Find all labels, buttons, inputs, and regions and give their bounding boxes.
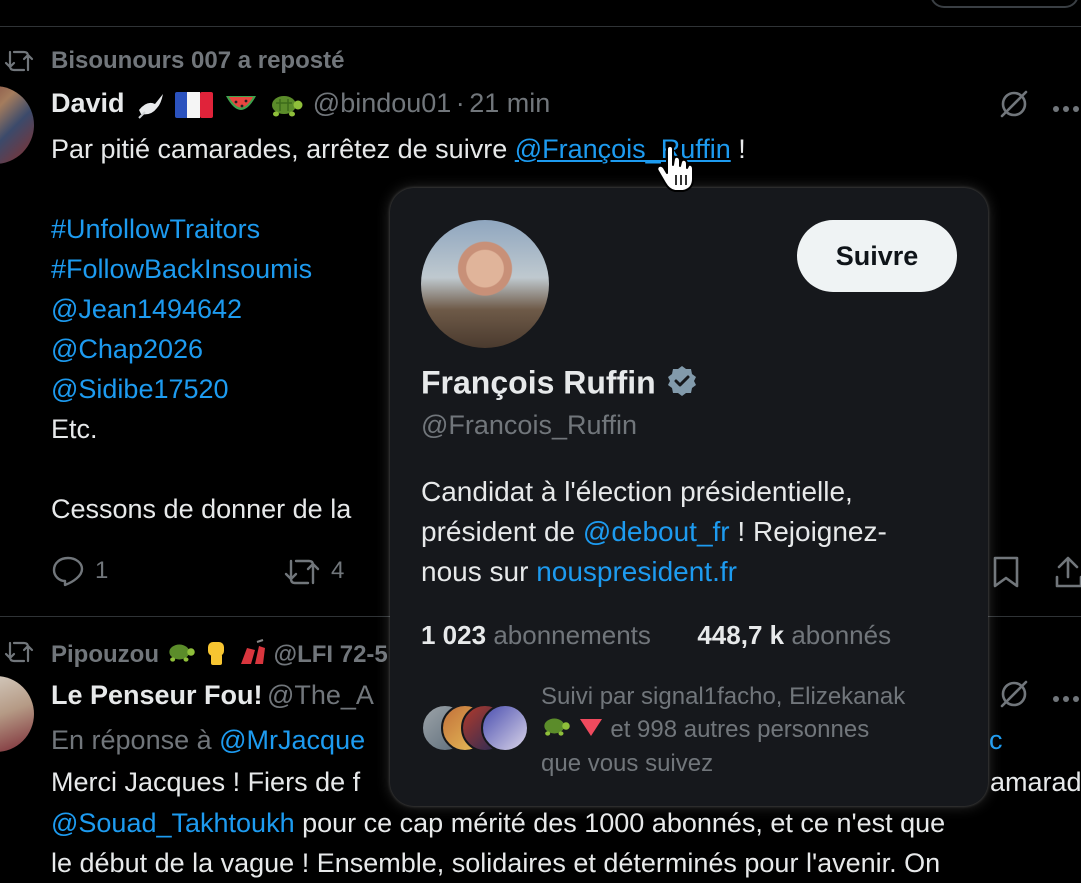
repost-count: 4 <box>331 557 345 584</box>
followed-by-line3: que vous suivez <box>541 750 714 778</box>
post1-text-line1: Par pitié camarades, arrêtez de suivre @… <box>51 129 746 169</box>
follow-button[interactable]: Suivre <box>797 220 957 292</box>
author-name-2[interactable]: Le Penseur Fou! <box>51 680 263 710</box>
repost-icon <box>284 559 320 585</box>
raised-fist-emoji <box>202 638 230 673</box>
author-handle-2[interactable]: @The_A <box>267 680 374 710</box>
turtle-emoji <box>541 714 571 747</box>
following-stat[interactable]: 1 023 abonnements <box>421 620 651 650</box>
post2-line2: @Souad_Takhtoukh pour ce cap mérité des … <box>51 803 945 843</box>
time-separator: · <box>455 88 465 118</box>
bio-line-1: Candidat à l'élection présidentielle, <box>421 476 853 507</box>
post1-header: David @bindou01 · 21 min <box>51 88 550 125</box>
top-button-edge[interactable] <box>930 0 1079 8</box>
post2-line2-rest: pour ce cap mérité des 1000 abonnés, et … <box>302 808 946 838</box>
reposter-name: Pipouzou <box>51 640 159 668</box>
text-prefix: Par pitié camarades, arrêtez de suivre <box>51 134 508 164</box>
avatar-penseur[interactable] <box>0 676 34 752</box>
mention-jean[interactable]: @Jean1494642 <box>51 289 242 329</box>
hand-cursor-icon <box>655 145 695 198</box>
followers-count: 448,7 k <box>697 620 785 650</box>
post2-line1-end: amarade <box>990 767 1081 797</box>
author-handle[interactable]: @bindou01 <box>313 88 452 118</box>
reply-context: En réponse à @MrJacque <box>51 720 365 760</box>
post1-truncated-line: Cessons de donner de la <box>51 494 352 524</box>
share-icon[interactable] <box>1054 555 1081 594</box>
bio-line2-suffix: ! Rejoignez- <box>737 516 887 547</box>
followers-stat[interactable]: 448,7 k abonnés <box>697 620 891 650</box>
profile-handle[interactable]: @Francois_Ruffin <box>421 410 637 441</box>
bio-line-2: président de @debout_fr ! Rejoignez- <box>421 512 887 552</box>
reply-icon <box>52 556 84 587</box>
reply-button[interactable]: 1 <box>51 555 108 587</box>
dove-emoji <box>135 90 167 125</box>
post2-header: Le Penseur Fou! @The_A <box>51 680 374 711</box>
mention-sidibe[interactable]: @Sidibe17520 <box>51 369 229 409</box>
reply-context-tail[interactable]: c <box>989 720 1003 760</box>
red-triangle-emoji <box>578 714 604 747</box>
avatar-david[interactable] <box>0 86 34 164</box>
more-icon-2[interactable] <box>1052 690 1081 708</box>
turtle-emoji <box>166 640 196 671</box>
reposted-by-label[interactable]: Bisounours 007 a reposté <box>51 47 344 75</box>
france-flag-emoji <box>175 92 214 123</box>
mention-debout-fr[interactable]: @debout_fr <box>583 516 730 547</box>
follower-avatar-4 <box>481 704 529 752</box>
text-suffix: ! <box>738 134 746 164</box>
following-label: abonnements <box>493 620 651 650</box>
reposted-by-2[interactable]: Pipouzou @LFI 72-5 <box>51 638 388 673</box>
hashtag-followback[interactable]: #FollowBackInsoumis <box>51 249 312 289</box>
profile-name-row: François Ruffin <box>421 364 699 406</box>
mention-souad[interactable]: @Souad_Takhtoukh <box>51 808 295 838</box>
bio-line-3: nous sur nouspresident.fr <box>421 552 887 592</box>
bio-website-link[interactable]: nouspresident.fr <box>536 556 737 587</box>
more-icon[interactable] <box>1052 100 1081 118</box>
reply-count: 1 <box>95 557 109 584</box>
nail-polish-emoji <box>237 638 267 673</box>
profile-stats: 1 023 abonnements 448,7 k abonnés <box>421 620 891 651</box>
divider <box>0 26 1081 27</box>
post1-etc: Etc. <box>51 414 98 444</box>
bookmark-icon[interactable] <box>992 555 1020 594</box>
repost-icon <box>4 48 34 79</box>
followed-by-line2: et 998 autres personnes <box>541 713 905 747</box>
followed-by-line2-text: et 998 autres personnes <box>610 716 870 743</box>
profile-bio: Candidat à l'élection présidentielle, pr… <box>421 472 887 592</box>
followed-by-text[interactable]: Suivi par signal1facho, Elizekanak et 99… <box>541 680 905 780</box>
repost-button[interactable]: 4 <box>283 555 344 587</box>
followers-label: abonnés <box>791 620 892 650</box>
post-time[interactable]: 21 min <box>469 88 550 118</box>
hashtag-unfollow[interactable]: #UnfollowTraitors <box>51 209 260 249</box>
watermelon-emoji <box>224 90 258 125</box>
mention-chap[interactable]: @Chap2026 <box>51 329 203 369</box>
grok-icon[interactable] <box>998 88 1030 125</box>
author-name[interactable]: David <box>51 88 125 118</box>
verified-badge-icon <box>665 364 699 406</box>
repost-icon-2 <box>4 639 34 670</box>
profile-avatar[interactable] <box>421 220 549 348</box>
mention-francois-ruffin[interactable]: @François_Ruffin <box>515 134 731 164</box>
profile-name[interactable]: François Ruffin <box>421 364 656 400</box>
reposter-handle: @LFI 72-5 <box>273 640 388 668</box>
reply-prefix: En réponse à <box>51 725 212 755</box>
bio-line3-prefix: nous sur <box>421 556 529 587</box>
followed-by-line1: Suivi par signal1facho, Elizekanak <box>541 683 906 710</box>
profile-hover-card: Suivre François Ruffin @Francois_Ruffin … <box>390 188 988 806</box>
grok-icon-2[interactable] <box>998 678 1030 715</box>
post2-line3: le début de la vague ! Ensemble, solidai… <box>51 848 941 878</box>
bio-line2-prefix: président de <box>421 516 576 547</box>
post2-line1-start: Merci Jacques ! Fiers de f <box>51 767 361 797</box>
reply-to-mention[interactable]: @MrJacque <box>219 725 365 755</box>
turtle-emoji <box>268 91 304 124</box>
following-count: 1 023 <box>421 620 487 650</box>
